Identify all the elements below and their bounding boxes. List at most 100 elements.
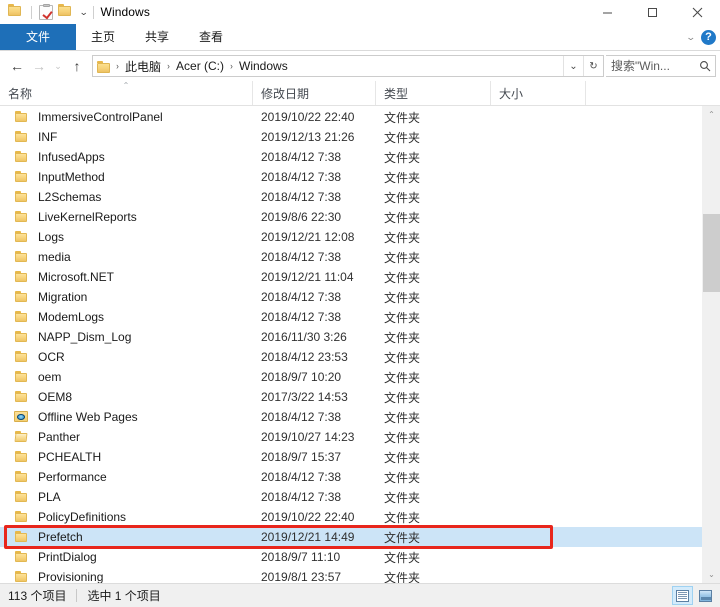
table-row[interactable]: Prefetch 2019/12/21 14:49 文件夹 xyxy=(0,527,702,547)
table-row[interactable]: Microsoft.NET 2019/12/21 11:04 文件夹 xyxy=(0,267,702,287)
refresh-icon[interactable]: ↻ xyxy=(583,56,603,76)
search-input[interactable] xyxy=(606,59,695,73)
chevron-down-icon[interactable]: ⌄ xyxy=(563,56,583,76)
column-label-type: 类型 xyxy=(384,86,409,101)
vertical-scrollbar[interactable]: ⌃ ⌄ xyxy=(702,106,720,583)
table-row[interactable]: Panther 2019/10/27 14:23 文件夹 xyxy=(0,427,702,447)
address-bar: ← → ⌄ ↑ › 此电脑 › Acer (C:) › Windows ⌄ ↻ xyxy=(0,51,720,81)
table-row[interactable]: ImmersiveControlPanel 2019/10/22 22:40 文件夹 xyxy=(0,107,702,127)
table-row[interactable]: ModemLogs 2018/4/12 7:38 文件夹 xyxy=(0,307,702,327)
table-row[interactable]: Offline Web Pages 2018/4/12 7:38 文件夹 xyxy=(0,407,702,427)
folder-icon xyxy=(14,570,30,583)
table-row[interactable]: Performance 2018/4/12 7:38 文件夹 xyxy=(0,467,702,487)
table-row[interactable]: media 2018/4/12 7:38 文件夹 xyxy=(0,247,702,267)
chevron-down-icon[interactable]: ⌄ xyxy=(78,7,90,17)
folder-icon xyxy=(14,530,30,544)
file-list[interactable]: ImmersiveControlPanel 2019/10/22 22:40 文件夹… xyxy=(0,106,702,583)
tab-view[interactable]: 查看 xyxy=(184,24,238,50)
table-row[interactable]: LiveKernelReports 2019/8/6 22:30 文件夹 xyxy=(0,207,702,227)
table-row[interactable]: InfusedApps 2018/4/12 7:38 文件夹 xyxy=(0,147,702,167)
column-header-size[interactable]: 大小 xyxy=(491,81,586,105)
breadcrumb-separator[interactable]: › xyxy=(227,61,235,71)
table-row[interactable]: L2Schemas 2018/4/12 7:38 文件夹 xyxy=(0,187,702,207)
folder-icon xyxy=(14,370,30,384)
breadcrumb-bar[interactable]: › 此电脑 › Acer (C:) › Windows ⌄ ↻ xyxy=(92,55,604,77)
table-row[interactable]: OCR 2018/4/12 23:53 文件夹 xyxy=(0,347,702,367)
cell-date: 2019/8/1 23:57 xyxy=(261,570,342,583)
open-folder-icon xyxy=(14,430,30,444)
file-name-label: Performance xyxy=(38,470,107,484)
cell-name: Logs xyxy=(0,230,253,244)
help-icon[interactable]: ? xyxy=(701,29,716,45)
file-name-label: PrintDialog xyxy=(38,550,97,564)
cell-date: 2019/12/21 14:49 xyxy=(261,530,355,544)
table-row[interactable]: PolicyDefinitions 2019/10/22 22:40 文件夹 xyxy=(0,507,702,527)
scrollbar-track[interactable] xyxy=(703,123,720,566)
cell-type: 文件夹 xyxy=(384,390,421,405)
cell-name: PLA xyxy=(0,490,253,504)
column-header-type[interactable]: 类型 xyxy=(376,81,491,105)
close-button[interactable] xyxy=(675,0,720,24)
tab-file[interactable]: 文件 xyxy=(0,24,76,50)
scroll-down-button[interactable]: ⌄ xyxy=(703,566,720,583)
cell-type: 文件夹 xyxy=(384,210,421,225)
new-folder-icon[interactable] xyxy=(58,4,74,20)
folder-icon xyxy=(97,60,110,73)
window-controls xyxy=(585,0,720,24)
cell-date: 2016/11/30 3:26 xyxy=(261,330,347,344)
search-box[interactable] xyxy=(606,55,716,77)
table-row[interactable]: Migration 2018/4/12 7:38 文件夹 xyxy=(0,287,702,307)
table-row[interactable]: oem 2018/9/7 10:20 文件夹 xyxy=(0,367,702,387)
table-row[interactable]: NAPP_Dism_Log 2016/11/30 3:26 文件夹 xyxy=(0,327,702,347)
large-icons-view-button[interactable] xyxy=(695,586,716,605)
cell-type: 文件夹 xyxy=(384,270,421,285)
cell-name: ModemLogs xyxy=(0,310,253,324)
cell-name: Panther xyxy=(0,430,253,444)
cell-type: 文件夹 xyxy=(384,110,421,125)
address-actions: ⌄ ↻ xyxy=(563,56,603,76)
breadcrumb-item-windows[interactable]: Windows xyxy=(236,58,291,74)
folder-icon xyxy=(14,250,30,264)
folder-icon[interactable] xyxy=(8,4,24,20)
scroll-up-button[interactable]: ⌃ xyxy=(703,106,720,123)
folder-icon xyxy=(14,450,30,464)
details-view-button[interactable] xyxy=(672,586,693,605)
table-row[interactable]: OEM8 2017/3/22 14:53 文件夹 xyxy=(0,387,702,407)
tab-home[interactable]: 主页 xyxy=(76,24,130,50)
table-row[interactable]: PCHEALTH 2018/9/7 15:37 文件夹 xyxy=(0,447,702,467)
maximize-button[interactable] xyxy=(630,0,675,24)
table-row[interactable]: Provisioning 2019/8/1 23:57 文件夹 xyxy=(0,567,702,583)
cell-name: InputMethod xyxy=(0,170,253,184)
cell-name: Microsoft.NET xyxy=(0,270,253,284)
cell-type: 文件夹 xyxy=(384,170,421,185)
scrollbar-thumb[interactable] xyxy=(703,214,720,292)
table-row[interactable]: PrintDialog 2018/9/7 11:10 文件夹 xyxy=(0,547,702,567)
table-row[interactable]: INF 2019/12/13 21:26 文件夹 xyxy=(0,127,702,147)
properties-icon[interactable] xyxy=(39,3,53,20)
chevron-down-icon[interactable]: ⌄ xyxy=(686,32,697,43)
table-row[interactable]: InputMethod 2018/4/12 7:38 文件夹 xyxy=(0,167,702,187)
cell-type: 文件夹 xyxy=(384,430,421,445)
folder-icon xyxy=(14,210,30,224)
table-row[interactable]: Logs 2019/12/21 12:08 文件夹 xyxy=(0,227,702,247)
forward-button[interactable]: → xyxy=(28,55,50,77)
view-mode-buttons xyxy=(672,586,716,605)
cell-type: 文件夹 xyxy=(384,310,421,325)
breadcrumb-item-drive[interactable]: Acer (C:) xyxy=(173,58,227,74)
cell-date: 2018/4/12 7:38 xyxy=(261,150,342,164)
folder-icon xyxy=(14,150,30,164)
minimize-button[interactable] xyxy=(585,0,630,24)
table-row[interactable]: PLA 2018/4/12 7:38 文件夹 xyxy=(0,487,702,507)
folder-icon xyxy=(14,190,30,204)
back-button[interactable]: ← xyxy=(6,55,28,77)
breadcrumb-item-this-pc[interactable]: 此电脑 xyxy=(122,57,164,76)
tab-share[interactable]: 共享 xyxy=(130,24,184,50)
search-icon[interactable] xyxy=(695,60,715,72)
column-header-name[interactable]: 名称 ⌃ xyxy=(0,81,253,105)
file-name-label: media xyxy=(38,250,71,264)
recent-locations-button[interactable]: ⌄ xyxy=(50,55,66,77)
breadcrumb-separator[interactable]: › xyxy=(164,61,172,71)
up-button[interactable]: ↑ xyxy=(66,55,88,77)
column-header-date[interactable]: 修改日期 xyxy=(253,81,376,105)
title-divider xyxy=(92,5,94,19)
